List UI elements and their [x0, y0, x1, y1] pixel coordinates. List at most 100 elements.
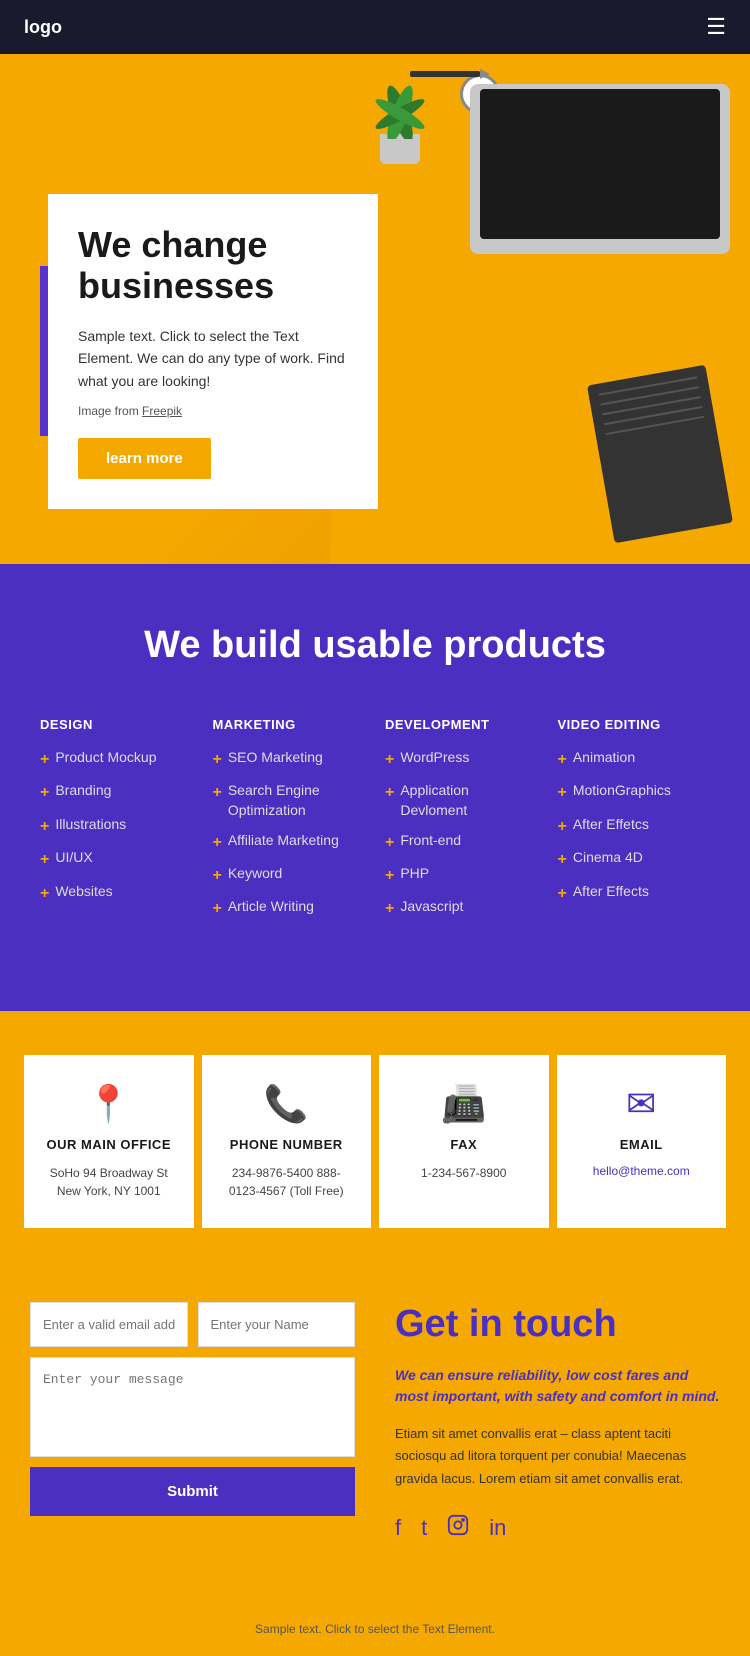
- contact-card-icon-0: 📍: [86, 1083, 131, 1125]
- service-item-label: Application Devloment: [400, 781, 537, 820]
- service-plus-icon: +: [40, 782, 49, 804]
- contact-card-title-0: OUR MAIN OFFICE: [47, 1137, 172, 1152]
- hero-accent-bar: [40, 266, 48, 436]
- freepik-link[interactable]: Freepik: [142, 404, 182, 418]
- service-item-label: Cinema 4D: [573, 848, 643, 868]
- service-plus-icon: +: [40, 883, 49, 905]
- contact-card-icon-2: 📠: [441, 1083, 486, 1125]
- service-list-item: + SEO Marketing: [213, 748, 366, 771]
- service-item-label: MotionGraphics: [573, 781, 671, 801]
- service-plus-icon: +: [213, 832, 222, 854]
- service-list-item: +After Effects: [558, 882, 711, 905]
- service-item-label: Search Engine Optimization: [228, 781, 365, 820]
- service-item-label: Javascript: [400, 897, 463, 917]
- email-field[interactable]: [30, 1302, 188, 1347]
- contact-card-0: 📍 OUR MAIN OFFICE SoHo 94 Broadway St New …: [24, 1055, 194, 1228]
- contact-card-3: ✉ EMAIL hello@theme.com: [557, 1055, 727, 1228]
- service-item-label: After Effetcs: [573, 815, 649, 835]
- instagram-icon[interactable]: [447, 1514, 469, 1542]
- service-list-item: + Javascript: [385, 897, 538, 920]
- menu-icon[interactable]: ☰: [706, 14, 726, 40]
- service-list-item: +After Effetcs: [558, 815, 711, 838]
- service-item-label: Product Mockup: [55, 748, 156, 768]
- contact-card-email-3[interactable]: hello@theme.com: [593, 1164, 690, 1178]
- facebook-icon[interactable]: f: [395, 1515, 401, 1541]
- contact-card-icon-1: 📞: [264, 1083, 309, 1125]
- service-item-label: Keyword: [228, 864, 282, 884]
- services-title: We build usable products: [40, 624, 710, 667]
- get-in-touch-title: Get in touch: [395, 1302, 720, 1348]
- logo: logo: [24, 17, 62, 38]
- service-list-item: + Affiliate Marketing: [213, 831, 366, 854]
- form-side: Submit: [30, 1302, 355, 1516]
- name-field[interactable]: [198, 1302, 356, 1347]
- service-plus-icon: +: [213, 898, 222, 920]
- service-heading-3: VIDEO EDITING: [558, 717, 711, 732]
- contact-card-text-1: 234-9876-5400 888-0123-4567 (Toll Free): [218, 1164, 356, 1200]
- hero-image-credit: Image from Freepik: [78, 404, 348, 418]
- service-list-item: + Product Mockup: [40, 748, 193, 771]
- service-list-item: + Branding: [40, 781, 193, 804]
- contact-form-section: Submit Get in touch We can ensure reliab…: [0, 1272, 750, 1602]
- navbar: logo ☰: [0, 0, 750, 54]
- service-item-label: Animation: [573, 748, 635, 768]
- service-plus-icon: +: [40, 749, 49, 771]
- service-plus-icon: +: [40, 849, 49, 871]
- service-plus-icon: +: [558, 749, 567, 771]
- twitter-icon[interactable]: t: [421, 1515, 427, 1541]
- service-list-item: + WordPress: [385, 748, 538, 771]
- service-item-label: SEO Marketing: [228, 748, 323, 768]
- contact-card-2: 📠 FAX 1-234-567-8900: [379, 1055, 549, 1228]
- service-list-item: +Websites: [40, 882, 193, 905]
- service-list-item: +Front-end: [385, 831, 538, 854]
- service-list-item: + MotionGraphics: [558, 781, 711, 804]
- service-list-item: + Search Engine Optimization: [213, 781, 366, 820]
- service-list-item: + Animation: [558, 748, 711, 771]
- service-list-item: + Keyword: [213, 864, 366, 887]
- service-plus-icon: +: [558, 782, 567, 804]
- form-row-top: [30, 1302, 355, 1347]
- get-in-touch-body: Etiam sit amet convallis erat – class ap…: [395, 1423, 720, 1489]
- service-list-item: + Article Writing: [213, 897, 366, 920]
- hero-subtitle: Sample text. Click to select the Text El…: [78, 325, 348, 392]
- contact-card-text-2: 1-234-567-8900: [421, 1164, 506, 1182]
- contact-cards-section: 📍 OUR MAIN OFFICE SoHo 94 Broadway St New …: [0, 1011, 750, 1272]
- service-plus-icon: +: [385, 865, 394, 887]
- submit-button[interactable]: Submit: [30, 1467, 355, 1516]
- contact-card-text-0: SoHo 94 Broadway St New York, NY 1001: [40, 1164, 178, 1200]
- service-list-item: + PHP: [385, 864, 538, 887]
- social-icons: f t in: [395, 1514, 720, 1542]
- learn-more-button[interactable]: learn more: [78, 438, 211, 479]
- service-item-label: Article Writing: [228, 897, 314, 917]
- service-plus-icon: +: [558, 849, 567, 871]
- message-field[interactable]: [30, 1357, 355, 1457]
- service-plus-icon: +: [213, 865, 222, 887]
- service-col-2: DEVELOPMENT+WordPress+Application Devlom…: [385, 717, 538, 931]
- service-list-item: + Application Devloment: [385, 781, 538, 820]
- service-item-label: Affiliate Marketing: [228, 831, 339, 851]
- contact-card-title-2: FAX: [450, 1137, 477, 1152]
- service-item-label: Illustrations: [55, 815, 126, 835]
- service-plus-icon: +: [213, 749, 222, 771]
- hero-title: We change businesses: [78, 224, 348, 307]
- contact-cards-row: 📍 OUR MAIN OFFICE SoHo 94 Broadway St New …: [0, 1011, 750, 1272]
- services-section: We build usable products DESIGN+Product …: [0, 564, 750, 1011]
- hero-card: We change businesses Sample text. Click …: [48, 194, 378, 509]
- service-item-label: Branding: [55, 781, 111, 801]
- contact-card-icon-3: ✉: [626, 1083, 656, 1125]
- contact-card-1: 📞PHONE NUMBER234-9876-5400 888-0123-4567…: [202, 1055, 372, 1228]
- service-heading-1: MARKETING: [213, 717, 366, 732]
- service-plus-icon: +: [558, 883, 567, 905]
- service-plus-icon: +: [385, 782, 394, 804]
- service-plus-icon: +: [385, 898, 394, 920]
- service-plus-icon: +: [385, 749, 394, 771]
- hero-content: We change businesses Sample text. Click …: [0, 54, 750, 549]
- linkedin-icon[interactable]: in: [489, 1515, 506, 1541]
- contact-card-title-3: EMAIL: [620, 1137, 663, 1152]
- service-item-label: WordPress: [400, 748, 469, 768]
- service-plus-icon: +: [213, 782, 222, 804]
- service-list-item: +UI/UX: [40, 848, 193, 871]
- service-col-3: VIDEO EDITING+Animation+MotionGraphics+A…: [558, 717, 711, 931]
- service-col-0: DESIGN+Product Mockup+Branding+Illustrat…: [40, 717, 193, 931]
- service-item-label: PHP: [400, 864, 429, 884]
